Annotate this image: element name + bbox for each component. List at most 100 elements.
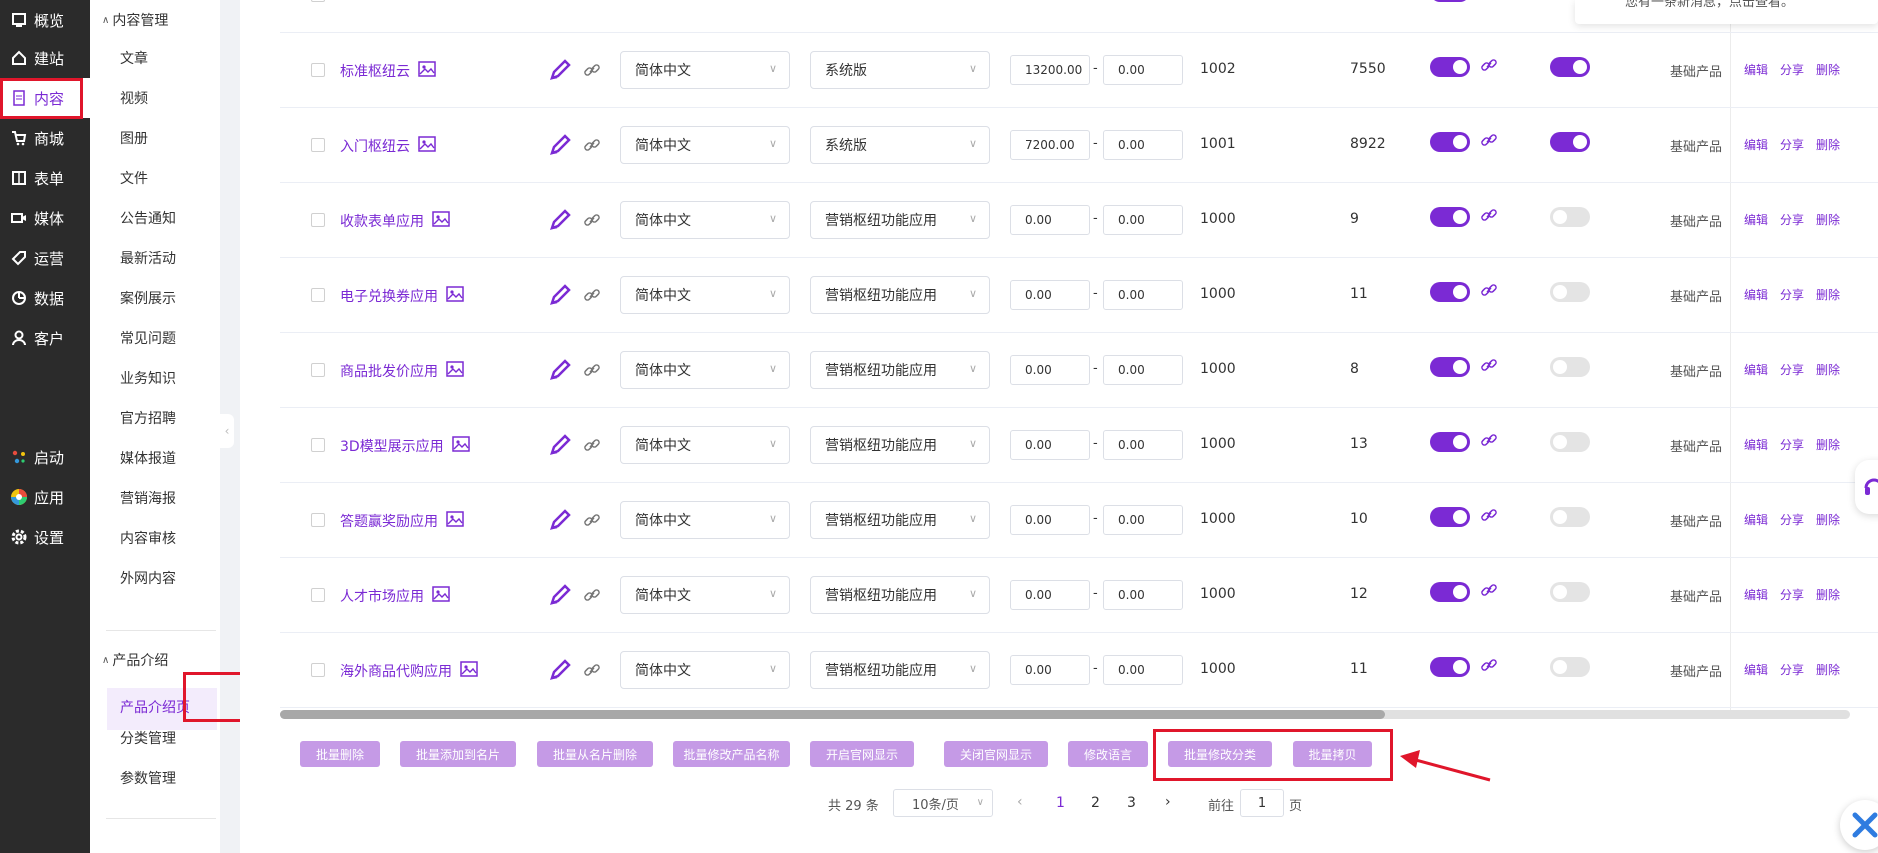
share-link[interactable]: 分享: [1780, 361, 1804, 378]
nav-item-chart[interactable]: 数据: [0, 278, 90, 318]
delete-link[interactable]: 删除: [1816, 361, 1840, 378]
edit-link[interactable]: 编辑: [1744, 586, 1768, 603]
subnav-item[interactable]: 营销海报: [120, 488, 176, 508]
recommend-toggle[interactable]: [1550, 207, 1590, 227]
share-link[interactable]: 分享: [1780, 586, 1804, 603]
nav-item-apps[interactable]: 应用: [0, 477, 90, 517]
row-checkbox[interactable]: [311, 288, 325, 302]
language-select[interactable]: 简体中文 ∨: [620, 276, 790, 314]
site-display-toggle[interactable]: [1430, 657, 1470, 677]
site-display-toggle[interactable]: [1430, 0, 1470, 2]
language-select[interactable]: 简体中文 ∨: [620, 201, 790, 239]
image-icon[interactable]: [418, 136, 436, 156]
product-name-link[interactable]: 海外商品代购应用: [340, 661, 478, 681]
hide-on-site-button[interactable]: 关闭官网显示: [944, 741, 1048, 767]
share-link[interactable]: 分享: [1780, 661, 1804, 678]
image-icon[interactable]: [432, 211, 450, 231]
share-link[interactable]: 分享: [1780, 136, 1804, 153]
share-link[interactable]: 分享: [1780, 436, 1804, 453]
subnav-item[interactable]: 媒体报道: [120, 448, 176, 468]
price-max-input[interactable]: 0.00: [1103, 280, 1183, 310]
subnav-item[interactable]: 官方招聘: [120, 408, 176, 428]
recommend-toggle[interactable]: [1550, 507, 1590, 527]
subnav-item[interactable]: 图册: [120, 128, 148, 148]
row-checkbox[interactable]: [311, 0, 325, 2]
price-max-input[interactable]: 0.00: [1103, 655, 1183, 685]
show-on-site-button[interactable]: 开启官网显示: [810, 741, 914, 767]
link-icon[interactable]: [1480, 131, 1498, 153]
price-max-input[interactable]: 0.00: [1103, 430, 1183, 460]
group-content-management[interactable]: ∧ 内容管理: [102, 10, 168, 30]
product-name-link[interactable]: 商品批发价应用: [340, 361, 464, 381]
price-max-input[interactable]: 0.00: [1103, 205, 1183, 235]
customer-service-float[interactable]: [1855, 460, 1878, 514]
price-min-input[interactable]: 0.00: [1010, 655, 1090, 685]
delete-link[interactable]: 删除: [1816, 286, 1840, 303]
product-name-link[interactable]: 收款表单应用: [340, 211, 450, 231]
subnav-item[interactable]: 最新活动: [120, 248, 176, 268]
version-select[interactable]: 系统版 ∨: [810, 126, 990, 164]
link-icon[interactable]: [1480, 356, 1498, 378]
delete-link[interactable]: 删除: [1816, 436, 1840, 453]
subnav-item[interactable]: 分类管理: [120, 728, 176, 748]
price-max-input[interactable]: 0.00: [1103, 580, 1183, 610]
product-name-link[interactable]: 答题赢奖励应用: [340, 511, 464, 531]
price-max-input[interactable]: 0.00: [1103, 505, 1183, 535]
row-checkbox[interactable]: [311, 63, 325, 77]
edit-name-pencil-icon[interactable]: [548, 658, 572, 686]
site-display-toggle[interactable]: [1430, 582, 1470, 602]
site-display-toggle[interactable]: [1430, 132, 1470, 152]
row-checkbox[interactable]: [311, 438, 325, 452]
product-name-link[interactable]: 电子兑换券应用: [340, 286, 464, 306]
nav-item-dashboard[interactable]: 概览: [0, 0, 90, 40]
language-select[interactable]: 简体中文 ∨: [620, 126, 790, 164]
copy-link-icon[interactable]: [583, 361, 601, 383]
delete-link[interactable]: 删除: [1816, 61, 1840, 78]
edit-link[interactable]: 编辑: [1744, 286, 1768, 303]
nav-item-user[interactable]: 客户: [0, 318, 90, 358]
batch-rename-button[interactable]: 批量修改产品名称: [673, 741, 790, 767]
site-display-toggle[interactable]: [1430, 507, 1470, 527]
subnav-item[interactable]: 公告通知: [120, 208, 176, 228]
image-icon[interactable]: [446, 286, 464, 306]
notification-popup[interactable]: 您有一条新消息，点击查看。: [1575, 0, 1878, 24]
edit-link[interactable]: 编辑: [1744, 436, 1768, 453]
copy-link-icon[interactable]: [583, 436, 601, 458]
page-number[interactable]: 1: [1056, 795, 1065, 811]
goto-page-input[interactable]: 1: [1240, 789, 1284, 817]
delete-link[interactable]: 删除: [1816, 586, 1840, 603]
price-max-input[interactable]: 0.00: [1103, 55, 1183, 85]
share-link[interactable]: 分享: [1780, 211, 1804, 228]
version-select[interactable]: 营销枢纽功能应用 ∨: [810, 501, 990, 539]
language-select[interactable]: 简体中文 ∨: [620, 651, 790, 689]
price-min-input[interactable]: 0.00: [1010, 280, 1090, 310]
site-display-toggle[interactable]: [1430, 432, 1470, 452]
row-checkbox[interactable]: [311, 213, 325, 227]
sidebar-collapse-handle[interactable]: ‹: [220, 414, 234, 448]
language-select[interactable]: 简体中文 ∨: [620, 426, 790, 464]
recommend-toggle[interactable]: [1550, 282, 1590, 302]
edit-name-pencil-icon[interactable]: [548, 208, 572, 236]
version-select[interactable]: 营销枢纽功能应用 ∨: [810, 351, 990, 389]
delete-link[interactable]: 删除: [1816, 136, 1840, 153]
row-checkbox[interactable]: [311, 663, 325, 677]
copy-link-icon[interactable]: [583, 586, 601, 608]
link-icon[interactable]: [1480, 431, 1498, 453]
recommend-toggle[interactable]: [1550, 657, 1590, 677]
edit-link[interactable]: 编辑: [1744, 511, 1768, 528]
price-min-input[interactable]: 0.00: [1010, 430, 1090, 460]
link-icon[interactable]: [1480, 506, 1498, 528]
nav-item-gear[interactable]: 设置: [0, 517, 90, 557]
recommend-toggle[interactable]: [1550, 582, 1590, 602]
subnav-item[interactable]: 内容审核: [120, 528, 176, 548]
image-icon[interactable]: [460, 661, 478, 681]
version-select[interactable]: 营销枢纽功能应用 ∨: [810, 651, 990, 689]
price-min-input[interactable]: 0.00: [1010, 355, 1090, 385]
price-min-input[interactable]: 0.00: [1010, 205, 1090, 235]
delete-link[interactable]: 删除: [1816, 211, 1840, 228]
price-min-input[interactable]: 13200.00: [1010, 55, 1090, 85]
product-name-link[interactable]: 标准枢纽云: [340, 61, 436, 81]
next-page-button[interactable]: ›: [1165, 794, 1171, 810]
language-select[interactable]: 简体中文 ∨: [620, 351, 790, 389]
recommend-toggle[interactable]: [1550, 432, 1590, 452]
